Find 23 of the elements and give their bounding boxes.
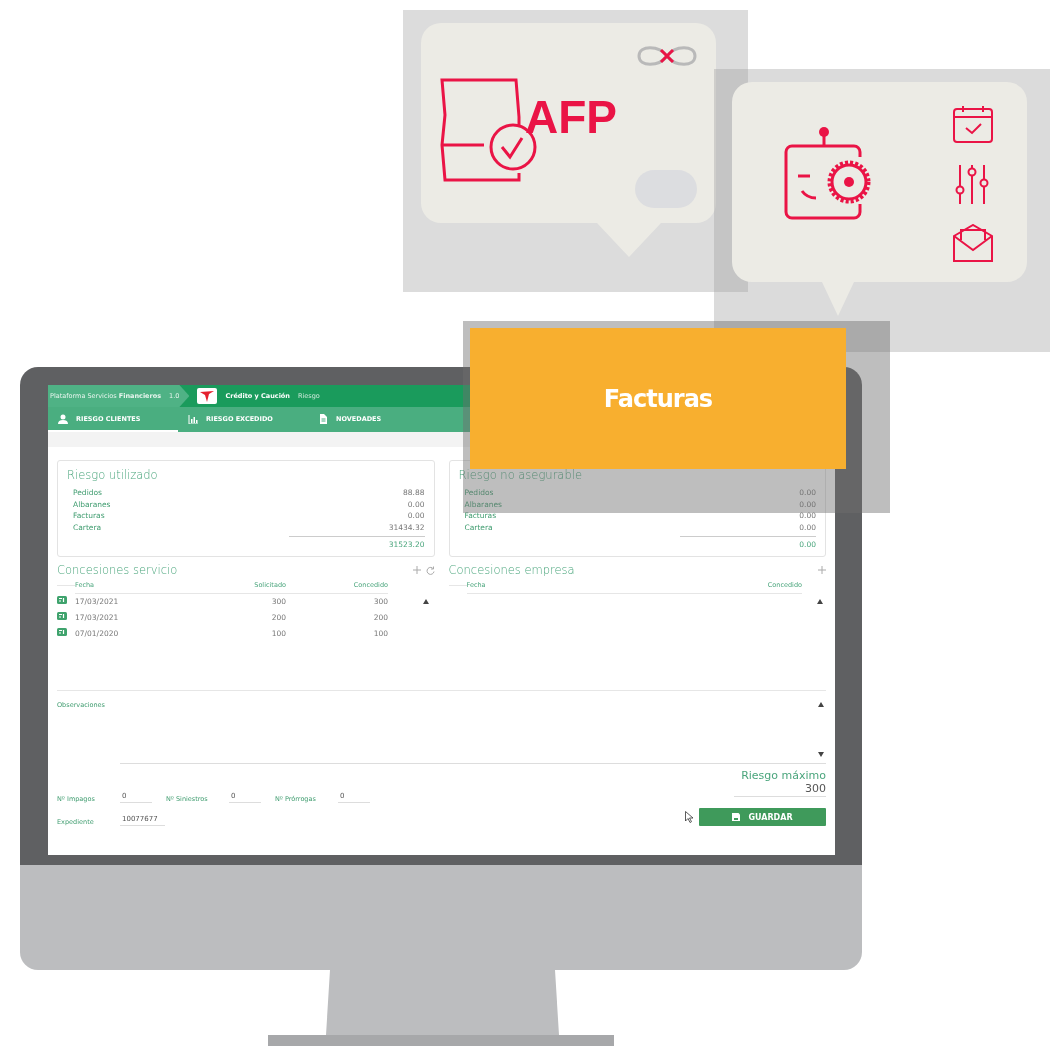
logo-text: AFP	[525, 94, 617, 140]
sliders-icon	[954, 164, 990, 204]
calendar-check-icon	[953, 105, 993, 143]
panel-title: Riesgo utilizado	[67, 468, 159, 482]
mouse-pointer-icon	[685, 811, 693, 823]
save-button[interactable]: GUARDAR	[699, 808, 826, 826]
document-icon	[318, 413, 328, 424]
section-title: Concesiones servicio	[57, 563, 178, 577]
scroll-down-icon[interactable]	[818, 752, 824, 757]
banknote-icon	[57, 628, 67, 636]
input-field[interactable]: 300	[734, 782, 826, 797]
scroll-up-icon[interactable]	[423, 599, 429, 604]
field-label: Riesgo máximo	[741, 769, 826, 782]
banknote-icon	[57, 612, 67, 620]
person-icon	[58, 413, 68, 424]
scroll-up-icon[interactable]	[817, 599, 823, 604]
bar-chart-icon	[188, 413, 198, 424]
arrow-logo	[197, 388, 218, 404]
highlight-card: Facturas	[470, 328, 846, 469]
scroll-up-icon[interactable]	[818, 702, 824, 707]
section-title: Concesiones empresa	[448, 563, 575, 577]
banknote-icon	[57, 596, 67, 604]
open-envelope-icon	[953, 224, 993, 262]
